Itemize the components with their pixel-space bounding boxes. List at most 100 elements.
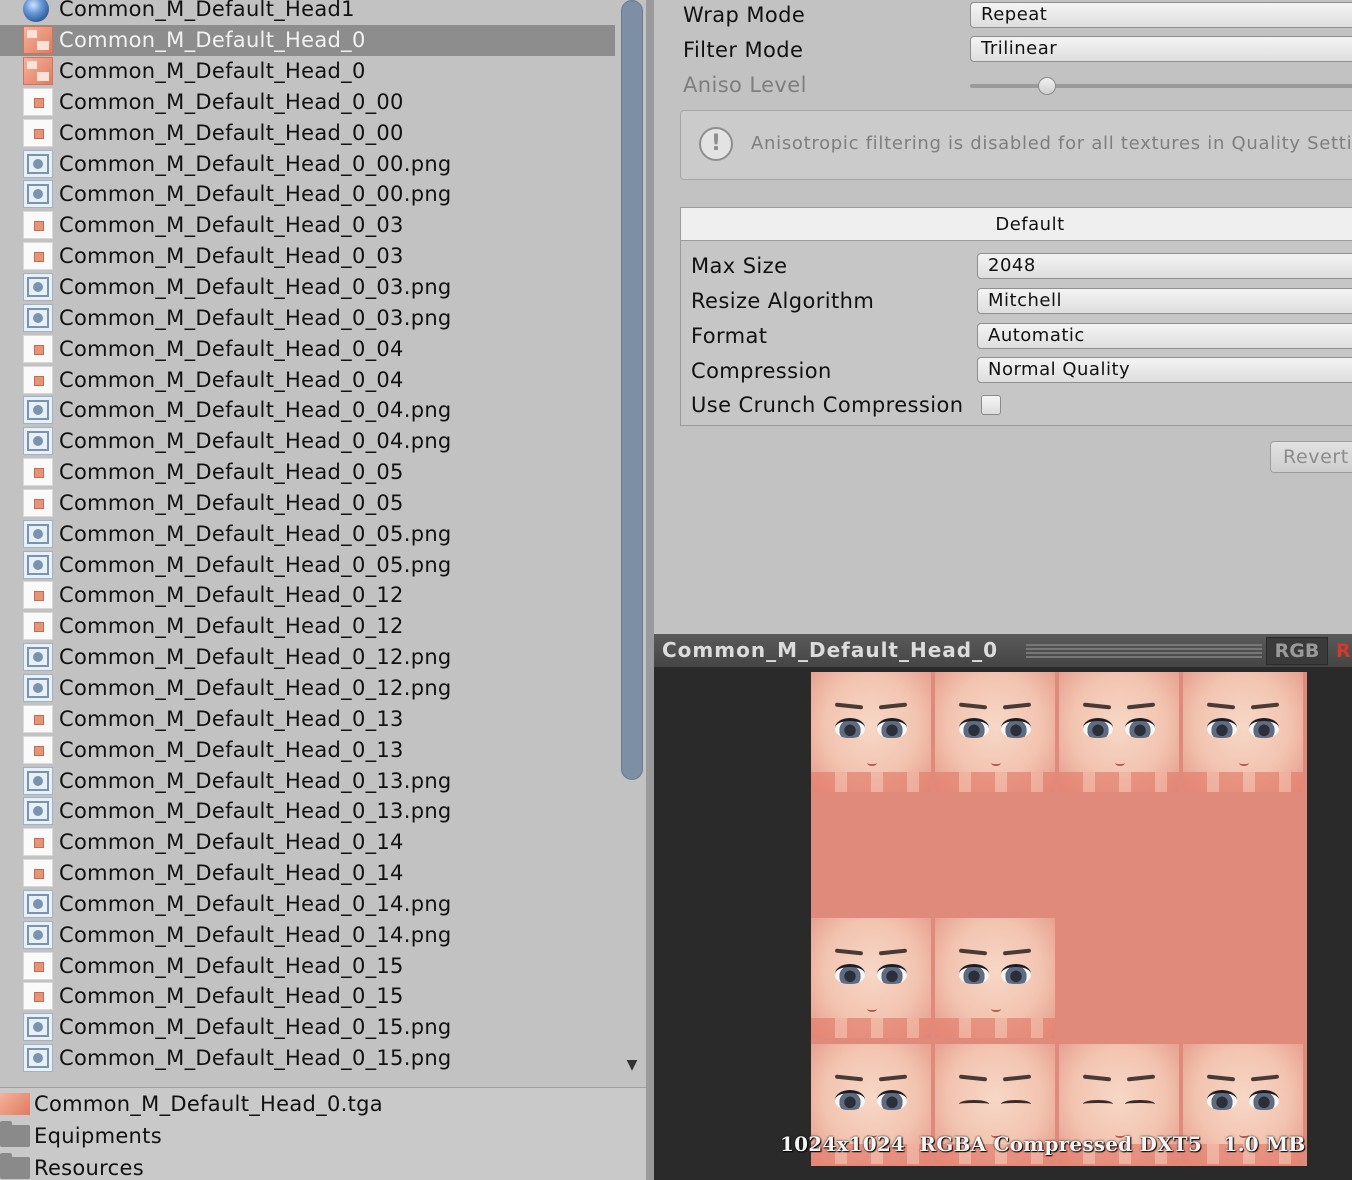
texture-icon	[23, 26, 53, 55]
image-file-icon	[23, 766, 53, 795]
asset-list-item[interactable]: Common_M_Default_Head_0	[0, 24, 615, 56]
resize-algorithm-dropdown[interactable]: Mitchell	[977, 288, 1352, 314]
asset-list-item[interactable]: Common_M_Default_Head_0_15	[0, 981, 615, 1012]
sprite-icon	[23, 488, 53, 517]
asset-list-item[interactable]: Common_M_Default_Head_0_14	[0, 827, 615, 858]
material-sphere-icon	[23, 0, 49, 23]
asset-list-item-label: Common_M_Default_Head_0_03.png	[59, 305, 452, 330]
asset-list-item-label: Common_M_Default_Head_0_05	[59, 460, 404, 485]
tab-default-platform[interactable]: Default	[681, 208, 1352, 241]
asset-list-item-label: Common_M_Default_Head_0_13.png	[59, 768, 452, 793]
image-file-icon	[23, 550, 53, 579]
image-file-icon	[23, 273, 53, 302]
compression-label: Compression	[691, 359, 832, 383]
asset-list-item[interactable]: Common_M_Default_Head_0_12.png	[0, 673, 615, 704]
preview-header[interactable]: Common_M_Default_Head_0 RGB R	[654, 634, 1352, 667]
revert-button[interactable]: Revert	[1270, 441, 1352, 473]
folder-tree-item-label: Common_M_Default_Head_0.tga	[34, 1092, 383, 1116]
sprite-icon	[23, 859, 53, 888]
asset-list-item[interactable]: Common_M_Default_Head_0_13.png	[0, 765, 615, 796]
asset-list-item[interactable]: Common_M_Default_Head_0_15.png	[0, 1012, 615, 1043]
image-file-icon	[23, 180, 53, 209]
asset-list-item[interactable]: Common_M_Default_Head_0_13	[0, 734, 615, 765]
max-size-dropdown[interactable]: 2048	[977, 253, 1352, 279]
asset-list-item-label: Common_M_Default_Head_0	[59, 59, 366, 84]
sprite-icon	[23, 334, 53, 363]
asset-list-item[interactable]: Common_M_Default_Head_0_13.png	[0, 796, 615, 827]
folder-icon	[0, 1121, 30, 1147]
asset-list-item[interactable]: Common_M_Default_Head_0_00.png	[0, 148, 615, 179]
aniso-level-label: Aniso Level	[683, 73, 807, 97]
asset-list-item[interactable]: Common_M_Default_Head_0_15	[0, 950, 615, 981]
asset-list-item[interactable]: Common_M_Default_Head_0_05.png	[0, 549, 615, 580]
asset-list-item[interactable]: Common_M_Default_Head_0_05	[0, 488, 615, 519]
asset-list-item[interactable]: Common_M_Default_Head_0_05.png	[0, 518, 615, 549]
asset-list-item[interactable]: Common_M_Default_Head_0_04.png	[0, 426, 615, 457]
asset-list-item[interactable]: Common_M_Default_Head_0_12	[0, 580, 615, 611]
texture-preview-image	[811, 672, 1307, 1166]
asset-list-item-label: Common_M_Default_Head_0_14	[59, 861, 404, 886]
asset-list-item-label: Common_M_Default_Head_0_04	[59, 336, 404, 361]
folder-tree-item[interactable]: Resources	[0, 1152, 646, 1180]
image-file-icon	[23, 673, 53, 702]
asset-list-item-label: Common_M_Default_Head_0_15.png	[59, 1046, 452, 1071]
preview-drag-grip-icon[interactable]	[1026, 644, 1262, 658]
rgb-channel-button[interactable]: RGB	[1266, 637, 1328, 665]
face-sprite-tile	[811, 918, 931, 1038]
sprite-icon	[23, 458, 53, 487]
preview-title: Common_M_Default_Head_0	[662, 638, 999, 662]
sprite-icon	[23, 581, 53, 610]
aniso-level-slider	[970, 84, 1352, 88]
asset-list-item[interactable]: Common_M_Default_Head_0_15.png	[0, 1043, 615, 1074]
compression-dropdown[interactable]: Normal Quality	[977, 357, 1352, 383]
asset-list-item-label: Common_M_Default_Head_0_03	[59, 244, 404, 269]
asset-list-item-label: Common_M_Default_Head_0_04.png	[59, 429, 452, 454]
image-file-icon	[23, 643, 53, 672]
help-box: ! Anisotropic filtering is disabled for …	[680, 110, 1352, 180]
asset-list-item[interactable]: Common_M_Default_Head_0_04.png	[0, 395, 615, 426]
asset-list-item[interactable]: Common_M_Default_Head_0_12	[0, 611, 615, 642]
texture-info-overlay: 1024x1024 RGBA Compressed DXT5 1.0 MB	[780, 1132, 1306, 1156]
asset-list-item-label: Common_M_Default_Head_0_14.png	[59, 891, 452, 916]
asset-list-item-label: Common_M_Default_Head_0_05.png	[59, 552, 452, 577]
asset-list-item[interactable]: Common_M_Default_Head_0_14.png	[0, 919, 615, 950]
asset-list-item[interactable]: Common_M_Default_Head_0_03	[0, 241, 615, 272]
asset-list-item[interactable]: Common_M_Default_Head1	[0, 0, 615, 25]
asset-list-item[interactable]: Common_M_Default_Head_0_03.png	[0, 272, 615, 303]
panel-splitter[interactable]	[646, 0, 654, 1180]
use-crunch-compression-checkbox[interactable]	[981, 395, 1001, 415]
resize-algorithm-label: Resize Algorithm	[691, 289, 875, 313]
asset-list-item[interactable]: Common_M_Default_Head_0_00.png	[0, 179, 615, 210]
asset-list-item[interactable]: Common_M_Default_Head_0_05	[0, 457, 615, 488]
asset-list-item-label: Common_M_Default_Head_0_04	[59, 367, 404, 392]
face-sprite-tile	[935, 672, 1055, 792]
folder-tree-item[interactable]: Equipments	[0, 1120, 646, 1152]
asset-list-item[interactable]: Common_M_Default_Head_0_03.png	[0, 302, 615, 333]
folder-tree-item-label: Resources	[34, 1156, 144, 1180]
asset-list-item[interactable]: Common_M_Default_Head_0_13	[0, 703, 615, 734]
scrollbar-thumb[interactable]	[621, 0, 643, 780]
scroll-down-arrow-icon[interactable]: ▼	[622, 1057, 642, 1079]
asset-list-item[interactable]: Common_M_Default_Head_0_12.png	[0, 642, 615, 673]
asset-list-item[interactable]: Common_M_Default_Head_0_14	[0, 858, 615, 889]
folder-tree-item[interactable]: Common_M_Default_Head_0.tga	[0, 1088, 646, 1120]
format-dropdown[interactable]: Automatic	[977, 323, 1352, 349]
wrap-mode-dropdown[interactable]: Repeat	[970, 2, 1352, 28]
asset-list-item[interactable]: Common_M_Default_Head_0_04	[0, 364, 615, 395]
image-file-icon	[23, 1013, 53, 1042]
asset-list-item[interactable]: Common_M_Default_Head_0_00	[0, 117, 615, 148]
asset-list-item[interactable]: Common_M_Default_Head_0_04	[0, 333, 615, 364]
filter-mode-dropdown[interactable]: Trilinear	[970, 36, 1352, 62]
asset-list-item[interactable]: Common_M_Default_Head_0_03	[0, 210, 615, 241]
asset-list-item-label: Common_M_Default_Head_0_12	[59, 614, 404, 639]
asset-list-scrollbar[interactable]: ▼	[618, 0, 646, 1085]
sprite-icon	[23, 612, 53, 641]
sprite-icon	[23, 828, 53, 857]
texture-import-inspector: Wrap Mode Repeat Filter Mode Trilinear A…	[654, 0, 1352, 634]
asset-list-item[interactable]: Common_M_Default_Head_0_14.png	[0, 888, 615, 919]
asset-list-item[interactable]: Common_M_Default_Head_0	[0, 56, 615, 87]
sprite-icon	[23, 118, 53, 147]
asset-list-item-label: Common_M_Default_Head_0_12	[59, 583, 404, 608]
alpha-channel-button[interactable]: R	[1336, 637, 1352, 665]
asset-list-item[interactable]: Common_M_Default_Head_0_00	[0, 87, 615, 118]
